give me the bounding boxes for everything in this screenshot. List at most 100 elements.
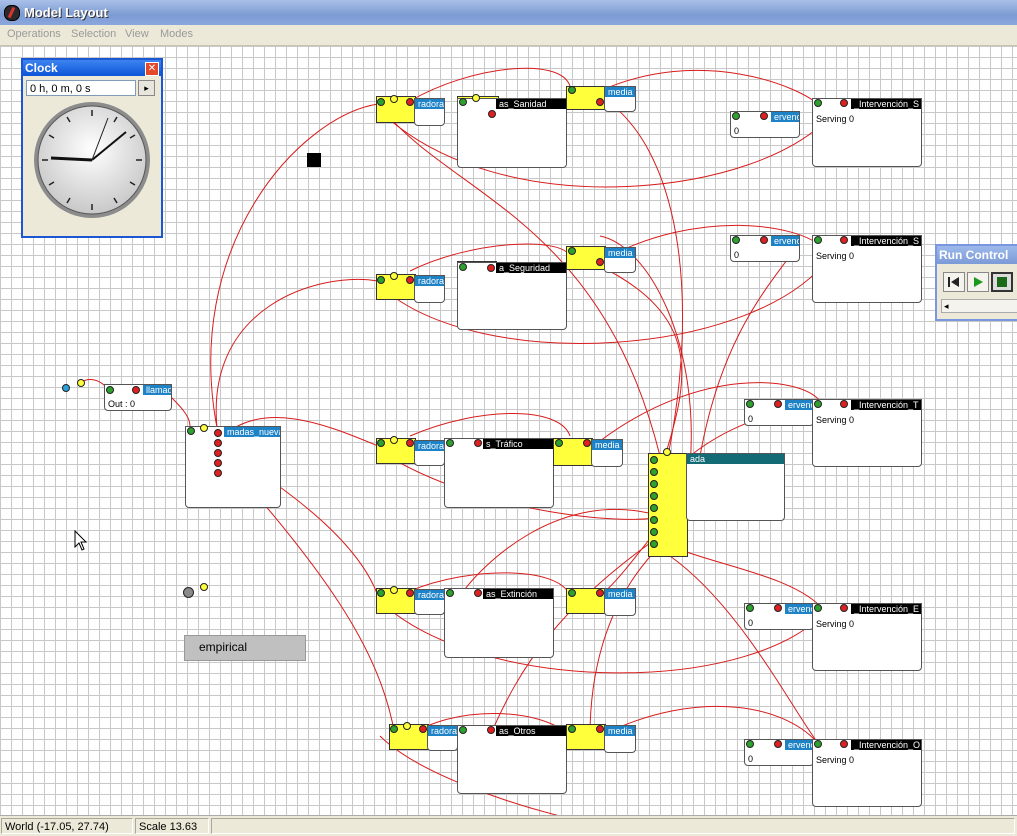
generator-block-otros[interactable]: radora	[427, 725, 458, 751]
port-red[interactable]	[419, 725, 427, 733]
speed-slider[interactable]: ◂	[941, 299, 1017, 313]
port-red[interactable]	[774, 740, 782, 748]
port-red[interactable]	[760, 112, 768, 120]
port-green[interactable]	[814, 604, 822, 612]
port-green[interactable]	[459, 98, 467, 106]
queue-extincion[interactable]: as_Extinción	[444, 588, 554, 658]
port-green[interactable]	[555, 439, 563, 447]
port-red[interactable]	[840, 236, 848, 244]
port-green[interactable]	[650, 492, 658, 500]
server-seguridad[interactable]: _Intervención_S Serving 0	[812, 235, 922, 303]
media-otros[interactable]: media	[604, 725, 636, 753]
port-green[interactable]	[732, 112, 740, 120]
port-red[interactable]	[406, 439, 414, 447]
port-green[interactable]	[187, 427, 195, 435]
port-red[interactable]	[214, 439, 222, 447]
port-red[interactable]	[214, 429, 222, 437]
server-sanidad[interactable]: _Intervención_S Serving 0	[812, 98, 922, 167]
port-green[interactable]	[459, 263, 467, 271]
clock-window[interactable]: Clock ✕ 0 h, 0 m, 0 s ▸	[21, 58, 163, 238]
port-red[interactable]	[840, 99, 848, 107]
port-green[interactable]	[390, 725, 398, 733]
port-yellow[interactable]	[77, 379, 85, 387]
port-red[interactable]	[406, 98, 414, 106]
port-red[interactable]	[596, 589, 604, 597]
port-green[interactable]	[650, 528, 658, 536]
menu-modes[interactable]: Modes	[160, 28, 193, 40]
generator-block-trafico[interactable]: radora	[414, 440, 445, 466]
port-green[interactable]	[746, 400, 754, 408]
port-green[interactable]	[650, 468, 658, 476]
port-green[interactable]	[650, 480, 658, 488]
port-green[interactable]	[568, 725, 576, 733]
port-red[interactable]	[774, 604, 782, 612]
queue-otros[interactable]: as_Otros	[457, 725, 567, 794]
port-green[interactable]	[377, 439, 385, 447]
generator-block-sanidad[interactable]: radora	[414, 98, 445, 126]
queue-trafico[interactable]: s_Tráfico	[444, 438, 554, 508]
port-red[interactable]	[487, 264, 495, 272]
port-yellow[interactable]	[390, 586, 398, 594]
port-yellow[interactable]	[390, 95, 398, 103]
port-green[interactable]	[814, 740, 822, 748]
router-nuevas[interactable]: madas_nueva	[185, 426, 281, 508]
port-green[interactable]	[814, 400, 822, 408]
port-green[interactable]	[568, 86, 576, 94]
port-green[interactable]	[106, 386, 114, 394]
port-green[interactable]	[746, 740, 754, 748]
port-green[interactable]	[650, 540, 658, 548]
media-sanidad[interactable]: media	[604, 86, 636, 112]
port-green[interactable]	[650, 516, 658, 524]
menu-view[interactable]: View	[125, 28, 149, 40]
media-trafico[interactable]: media	[591, 439, 623, 467]
server-trafico[interactable]: _Intervención_T Serving 0	[812, 399, 922, 467]
port-red[interactable]	[474, 439, 482, 447]
port-yellow[interactable]	[390, 272, 398, 280]
port-red[interactable]	[596, 258, 604, 266]
port-green[interactable]	[377, 98, 385, 106]
port-yellow[interactable]	[472, 94, 480, 102]
empirical-distribution[interactable]: empirical	[184, 635, 306, 661]
queue-sanidad[interactable]: as_Sanidad	[457, 98, 567, 168]
menu-selection[interactable]: Selection	[71, 28, 116, 40]
port-green[interactable]	[568, 589, 576, 597]
server-extincion[interactable]: _Intervención_E Serving 0	[812, 603, 922, 671]
port-green[interactable]	[732, 236, 740, 244]
source-port[interactable]	[62, 384, 70, 392]
port-green[interactable]	[377, 589, 385, 597]
port-red[interactable]	[583, 439, 591, 447]
port-red[interactable]	[487, 726, 495, 734]
port-green[interactable]	[446, 589, 454, 597]
port-red[interactable]	[596, 98, 604, 106]
queue-seguridad[interactable]: a_Seguridad	[457, 262, 567, 330]
selection-marker[interactable]	[307, 153, 321, 167]
port-green[interactable]	[814, 236, 822, 244]
port-yellow[interactable]	[390, 436, 398, 444]
port-red[interactable]	[840, 740, 848, 748]
stop-button[interactable]	[991, 272, 1013, 292]
port-green[interactable]	[650, 504, 658, 512]
port-green[interactable]	[814, 99, 822, 107]
port-green[interactable]	[650, 456, 658, 464]
port-yellow[interactable]	[200, 583, 208, 591]
port-red[interactable]	[406, 589, 414, 597]
port-red[interactable]	[840, 604, 848, 612]
generator-block-seguridad[interactable]: radora	[414, 275, 445, 303]
port-red[interactable]	[474, 589, 482, 597]
media-extincion[interactable]: media	[604, 588, 636, 616]
port-red[interactable]	[488, 110, 496, 118]
port-yellow[interactable]	[403, 722, 411, 730]
media-seguridad[interactable]: media	[604, 247, 636, 273]
port-red[interactable]	[214, 459, 222, 467]
sink-ada[interactable]: ada	[686, 453, 785, 521]
port-green[interactable]	[746, 604, 754, 612]
menu-operations[interactable]: Operations	[7, 28, 61, 40]
server-otros[interactable]: _Intervención_O Serving 0	[812, 739, 922, 807]
run-control-window[interactable]: Run Control ◂	[935, 244, 1017, 321]
port-red[interactable]	[760, 236, 768, 244]
port-red[interactable]	[214, 449, 222, 457]
port-yellow[interactable]	[663, 448, 671, 456]
generator-block-extincion[interactable]: radora	[414, 589, 445, 615]
port-red[interactable]	[840, 400, 848, 408]
port-red[interactable]	[774, 400, 782, 408]
